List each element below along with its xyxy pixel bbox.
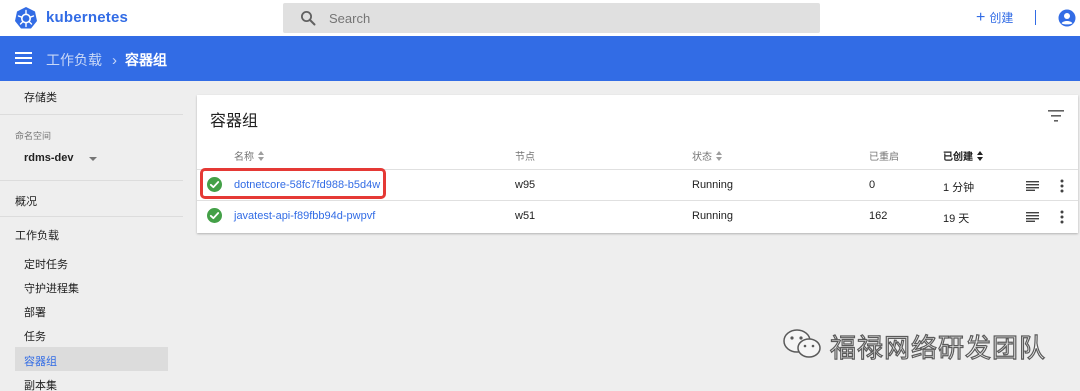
sidebar-item-deployments[interactable]: 部署 <box>24 304 46 320</box>
toolbar-divider <box>1035 10 1036 25</box>
pod-node: w51 <box>515 210 536 222</box>
chevron-down-icon[interactable] <box>89 157 97 161</box>
search-icon <box>301 11 316 26</box>
watermark-text: 福禄网络研发团队 <box>829 333 1047 364</box>
breadcrumb-workloads[interactable]: 工作负载 <box>46 50 102 70</box>
pod-name-link[interactable]: javatest-api-f89fbb94d-pwpvf <box>234 210 375 222</box>
pod-created: 19 天 <box>943 213 970 225</box>
sort-icon <box>716 150 723 161</box>
pod-restarts: 162 <box>869 210 888 222</box>
breadcrumb-current: 容器组 <box>125 52 167 68</box>
column-header-name-label: 名称 <box>234 152 254 163</box>
sidebar-divider <box>0 216 183 217</box>
pod-restarts: 0 <box>869 179 876 191</box>
wechat-icon <box>783 329 821 358</box>
sidebar-divider <box>0 180 183 181</box>
menu-icon[interactable] <box>15 51 32 65</box>
sidebar-item-storage-class[interactable]: 存储类 <box>24 89 57 105</box>
highlight-box <box>200 168 386 199</box>
column-header-restarts-label: 已重启 <box>869 152 899 163</box>
column-header-node: 节点 <box>515 148 535 163</box>
sidebar-item-jobs[interactable]: 任务 <box>24 328 46 344</box>
pod-status: Running <box>692 179 733 191</box>
sidebar-item-workloads[interactable]: 工作负载 <box>15 227 59 243</box>
column-header-created-label: 已创建 <box>943 152 973 163</box>
logs-icon[interactable] <box>1026 212 1039 222</box>
more-vert-icon[interactable] <box>1060 179 1064 193</box>
sidebar-item-overview[interactable]: 概况 <box>15 193 37 209</box>
check-circle-icon <box>207 208 222 223</box>
breadcrumb: 工作负载 › 容器组 <box>46 50 167 70</box>
sort-icon <box>977 150 984 161</box>
more-vert-icon[interactable] <box>1060 210 1064 224</box>
top-bar: kubernetes + 创建 <box>0 0 1080 36</box>
namespace-label: 命名空间 <box>15 131 52 141</box>
sidebar-item-daemonsets[interactable]: 守护进程集 <box>24 280 79 296</box>
page-header: 工作负载 › 容器组 <box>0 36 1080 81</box>
pod-node: w95 <box>515 179 536 191</box>
pods-card: 容器组 名称 节点 状态 已重启 已创建 dotnetcore-58fc7fd9… <box>197 95 1078 233</box>
namespace-select[interactable]: rdms-dev <box>24 152 102 170</box>
sidebar-divider <box>0 114 183 115</box>
plus-icon: + <box>976 8 986 26</box>
pod-status: Running <box>692 210 733 222</box>
sort-icon <box>258 150 265 161</box>
filter-icon[interactable] <box>1048 110 1064 122</box>
sidebar-item-pods[interactable]: 容器组 <box>24 353 57 369</box>
search-box[interactable] <box>283 3 820 33</box>
create-label: 创建 <box>989 11 1014 25</box>
column-header-status[interactable]: 状态 <box>692 148 723 163</box>
column-header-node-label: 节点 <box>515 152 535 163</box>
sidebar-item-cronjobs[interactable]: 定时任务 <box>24 256 68 272</box>
sidebar: 存储类 命名空间 rdms-dev 概况 工作负载 定时任务 守护进程集 部署 … <box>0 81 183 391</box>
pod-created: 1 分钟 <box>943 182 975 194</box>
kubernetes-logo-icon[interactable] <box>14 6 38 30</box>
brand-name[interactable]: kubernetes <box>46 9 128 26</box>
create-button[interactable]: + 创建 <box>976 9 1013 26</box>
column-header-name[interactable]: 名称 <box>234 148 265 163</box>
watermark: 福禄网络研发团队 <box>782 326 1052 365</box>
column-header-created[interactable]: 已创建 <box>943 148 984 163</box>
table-divider <box>197 200 1078 201</box>
search-input[interactable] <box>329 3 809 33</box>
sidebar-item-replicasets[interactable]: 副本集 <box>24 377 57 391</box>
column-header-status-label: 状态 <box>692 152 712 163</box>
account-icon[interactable] <box>1058 9 1076 27</box>
logs-icon[interactable] <box>1026 181 1039 191</box>
breadcrumb-separator: › <box>112 51 117 69</box>
column-header-restarts: 已重启 <box>869 148 899 163</box>
card-title: 容器组 <box>210 113 259 130</box>
